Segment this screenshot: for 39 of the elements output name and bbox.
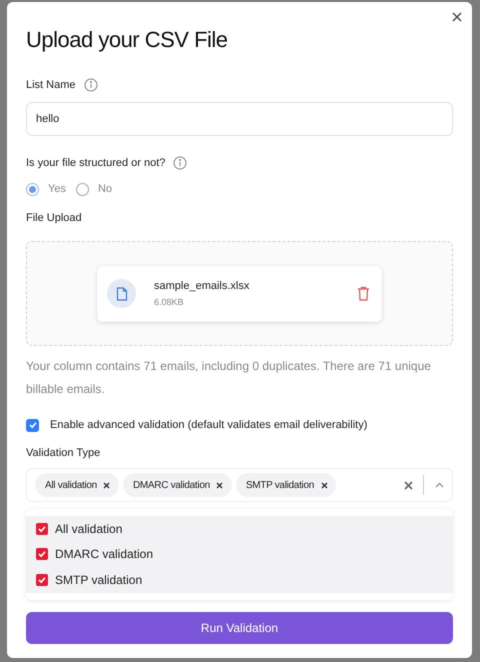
toggle-button[interactable] <box>434 480 444 490</box>
advanced-validation-checkbox[interactable]: Enable advanced validation (default validates email deliverability) <box>26 417 453 434</box>
file-name: sample_emails.xlsx <box>154 278 250 294</box>
check-icon <box>37 549 47 560</box>
info-icon <box>173 156 188 170</box>
clear-icon <box>404 480 412 490</box>
radio-option[interactable]: Yes <box>26 181 66 198</box>
close-icon <box>452 12 462 22</box>
validation-type-select[interactable]: All validation DMARC validation SMTP validation <box>26 468 453 502</box>
check-icon <box>37 574 47 585</box>
field-label: File Upload <box>26 210 83 226</box>
dialog-title: Upload your CSV File <box>26 26 229 54</box>
clear-button[interactable] <box>403 480 413 490</box>
dropdown-option[interactable]: SMTP validation <box>26 567 453 592</box>
summary-text: Your column contains 71 emails, including 0 duplicates. There are 71 unique billable emails. <box>26 358 432 398</box>
chevron-icon <box>434 482 444 488</box>
check-icon <box>28 420 38 430</box>
chip-label: All validation <box>45 478 97 492</box>
field-label: Is your file structured or not? <box>26 156 166 170</box>
close-button[interactable] <box>450 10 464 24</box>
field-label: Validation Type <box>26 446 102 460</box>
trash-icon <box>357 286 370 301</box>
field-label: List Name <box>26 78 76 93</box>
dropdown-option[interactable]: DMARC validation <box>26 542 453 567</box>
remove-chip-button[interactable] <box>216 481 224 489</box>
run-validation-button[interactable]: Run Validation <box>26 612 453 644</box>
chip-label: DMARC validation <box>132 478 210 492</box>
remove-chip-button[interactable] <box>102 481 111 489</box>
file-size: 6.08KB <box>154 296 185 309</box>
file-icon <box>107 279 136 308</box>
dropdown-option[interactable]: All validation <box>26 516 453 542</box>
check-icon <box>37 524 47 534</box>
dropzone[interactable]: sample_emails.xlsx 6.08KB <box>26 241 453 346</box>
list-name-field[interactable]: hello <box>26 102 453 136</box>
radio-option[interactable]: No <box>76 181 112 198</box>
delete-button[interactable] <box>357 286 371 302</box>
info-icon <box>84 78 98 92</box>
chip-label: SMTP validation <box>246 478 314 492</box>
remove-chip-button[interactable] <box>320 481 328 489</box>
